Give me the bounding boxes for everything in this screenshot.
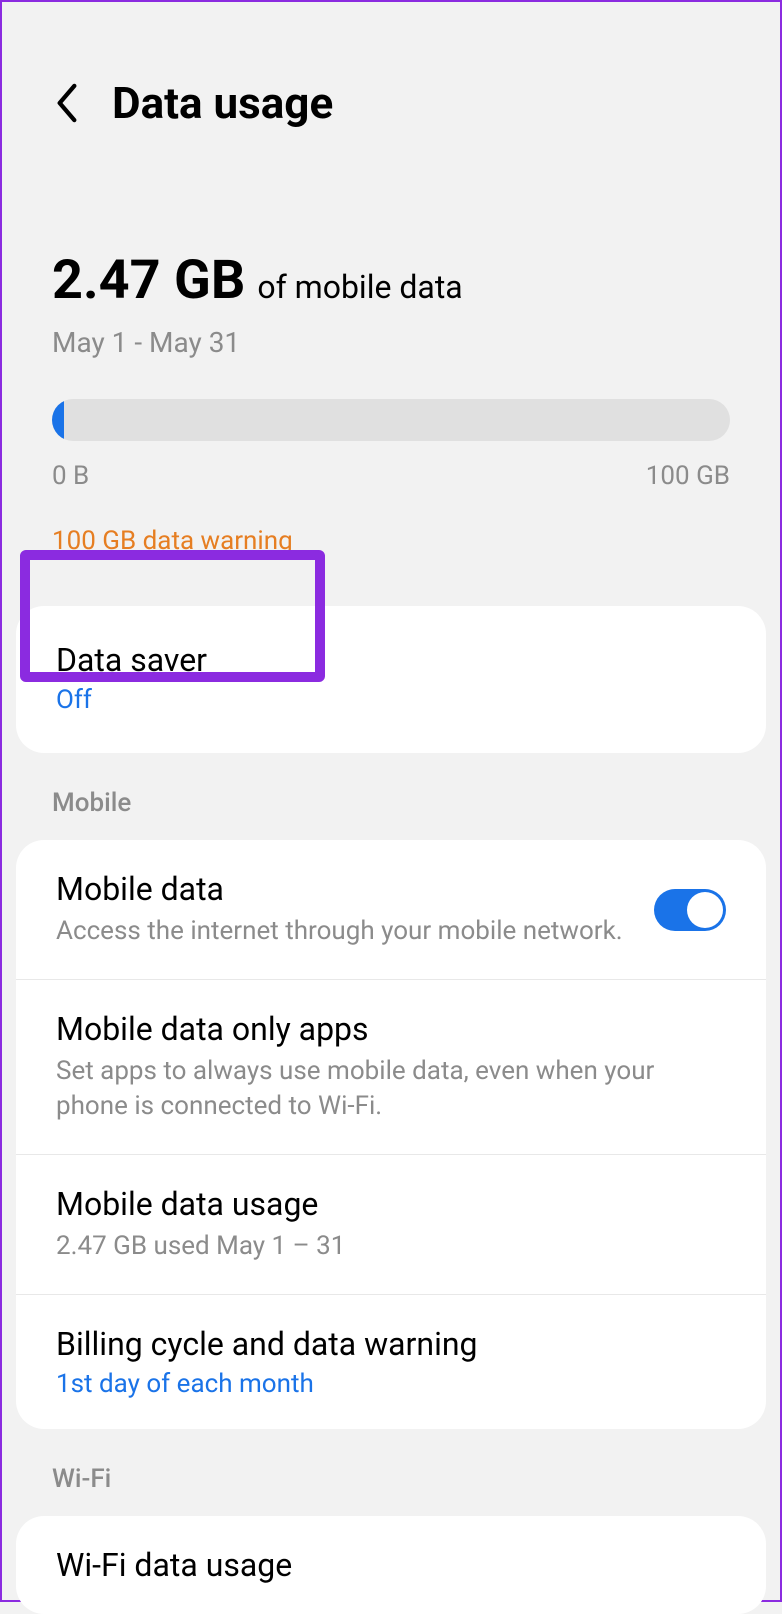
toggle-knob xyxy=(687,892,723,928)
mobile-only-apps-text: Mobile data only apps Set apps to always… xyxy=(56,1010,726,1124)
usage-amount-row: 2.47 GB of mobile data xyxy=(52,249,730,312)
mobile-section-card: Mobile data Access the internet through … xyxy=(16,840,766,1429)
mobile-data-desc: Access the internet through your mobile … xyxy=(56,914,634,949)
billing-cycle-status: 1st day of each month xyxy=(56,1369,726,1399)
usage-progress-bar[interactable] xyxy=(52,399,730,441)
usage-amount: 2.47 GB xyxy=(52,249,245,312)
mobile-data-usage-text: Mobile data usage 2.47 GB used May 1 – 3… xyxy=(56,1185,726,1264)
data-saver-row[interactable]: Data saver Off xyxy=(16,606,766,753)
section-header-wifi: Wi-Fi xyxy=(2,1429,780,1516)
mobile-data-usage-title: Mobile data usage xyxy=(56,1185,726,1223)
progress-labels: 0 B 100 GB xyxy=(52,461,730,491)
mobile-only-apps-desc: Set apps to always use mobile data, even… xyxy=(56,1054,726,1124)
data-saver-status: Off xyxy=(56,685,726,715)
mobile-data-text: Mobile data Access the internet through … xyxy=(56,870,634,949)
billing-cycle-text: Billing cycle and data warning 1st day o… xyxy=(56,1325,726,1399)
data-saver-title: Data saver xyxy=(56,641,726,679)
section-header-mobile: Mobile xyxy=(2,753,780,840)
mobile-data-row[interactable]: Mobile data Access the internet through … xyxy=(16,840,766,979)
billing-cycle-title: Billing cycle and data warning xyxy=(56,1325,726,1363)
page-title: Data usage xyxy=(112,77,333,129)
mobile-only-apps-title: Mobile data only apps xyxy=(56,1010,726,1048)
header: Data usage xyxy=(2,2,780,159)
wifi-data-usage-title: Wi-Fi data usage xyxy=(56,1546,726,1584)
billing-cycle-row[interactable]: Billing cycle and data warning 1st day o… xyxy=(16,1294,766,1429)
progress-max-label: 100 GB xyxy=(646,461,730,491)
mobile-only-apps-row[interactable]: Mobile data only apps Set apps to always… xyxy=(16,979,766,1154)
data-warning-text: 100 GB data warning xyxy=(52,526,730,556)
mobile-data-title: Mobile data xyxy=(56,870,634,908)
usage-suffix: of mobile data xyxy=(257,268,462,306)
wifi-data-usage-row[interactable]: Wi-Fi data usage xyxy=(16,1516,766,1614)
mobile-data-toggle[interactable] xyxy=(654,889,726,931)
back-icon[interactable] xyxy=(52,81,82,125)
progress-min-label: 0 B xyxy=(52,461,89,491)
usage-progress-fill xyxy=(52,399,64,441)
mobile-data-usage-desc: 2.47 GB used May 1 – 31 xyxy=(56,1229,726,1264)
mobile-data-usage-row[interactable]: Mobile data usage 2.47 GB used May 1 – 3… xyxy=(16,1154,766,1294)
usage-date-range: May 1 - May 31 xyxy=(52,326,730,359)
usage-summary: 2.47 GB of mobile data May 1 - May 31 0 … xyxy=(2,159,780,576)
